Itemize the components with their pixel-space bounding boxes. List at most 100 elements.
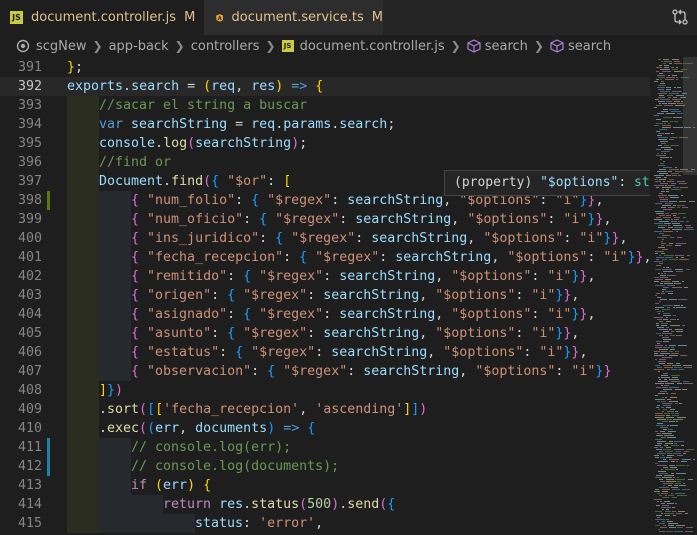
minimap-line [665,279,671,280]
minimap-line [669,345,676,346]
code-token: => [283,421,300,436]
minimap-line [654,179,658,180]
code-token: : [555,364,572,379]
minimap-line [658,371,660,372]
minimap-line [666,519,669,520]
minimap-line [685,513,688,514]
minimap-line [656,407,659,408]
compare-changes-icon[interactable] [671,8,689,26]
minimap-line [669,527,676,528]
breadcrumb-item-file[interactable]: JS document.controller.js [281,39,445,54]
minimap-line [662,187,671,188]
code-text: { "estatus": { "$regex": searchString, "… [131,343,587,362]
minimap-line [664,413,670,414]
breadcrumb-item-app-back[interactable]: app-back [109,39,169,54]
minimap-line [673,187,679,188]
code-line[interactable]: 415 status: 'error', [0,514,650,533]
gutter-change-marker[interactable] [47,191,50,210]
minimap-line [675,171,683,172]
minimap-line [675,413,679,414]
code-line[interactable]: 402 { "remitido": { "$regex": searchStrin… [0,267,650,286]
code-line[interactable]: 414 return res.status(500).send({ [0,495,650,514]
minimap-line [686,465,689,466]
minimap-line [676,331,683,332]
code-token: { [227,288,236,303]
code-line[interactable]: 403 { "origen": { "$regex": searchString,… [0,286,650,305]
indent-guide [99,476,131,495]
gutter-change-marker[interactable] [47,457,50,476]
minimap-line [667,425,669,426]
tab-label: document.controller.js [31,10,177,25]
code-line[interactable]: 393 //sacar el string a buscar [0,96,650,115]
code-line[interactable]: 395 console.log(searchString); [0,134,650,153]
minimap-line [660,159,662,160]
minimap-line [672,489,680,490]
minimap-line [667,307,670,308]
minimap-line [659,473,668,474]
code-line[interactable]: 406 { "estatus": { "$regex": searchString… [0,343,650,362]
code-token: searchString [323,288,420,303]
code-token: exec [107,421,140,436]
code-token: , [235,79,252,94]
code-line[interactable]: 410 .exec((err, documents) => { [0,419,650,438]
code-line[interactable]: 409 .sort([['fecha_recepcion', 'ascending… [0,400,650,419]
minimap-line [654,277,659,278]
breadcrumb-item-search-inner[interactable]: search [550,39,611,54]
gutter-change-marker[interactable] [47,438,50,457]
code-token: ( [187,136,196,151]
tab-document-controller[interactable]: JS document.controller.js M [0,0,203,35]
minimap-line [664,61,672,62]
code-line[interactable]: 394 var searchString = req.params.search; [0,115,650,134]
code-line[interactable]: 413 if (err) { [0,476,650,495]
minimap-line [671,369,677,370]
minimap-line [668,97,671,98]
tab-document-service[interactable]: A document.service.ts M [203,0,383,35]
code-token: "asignado" [147,307,228,322]
minimap-line [661,245,664,246]
code-line[interactable]: 401 { "fecha_recepcion": { "$regex": sear… [0,248,650,267]
code-token: : [267,174,284,189]
code-line[interactable]: 391}; [0,58,650,77]
code-token: } [603,364,612,379]
breadcrumb-item-search[interactable]: search [467,39,528,54]
minimap-line [669,299,677,300]
minimap-line [662,397,664,398]
code-line[interactable]: 412 // console.log(documents); [0,457,650,476]
minimap-line [663,209,672,210]
method-icon [550,39,564,53]
code-line[interactable]: 399 { "num_oficio": { "$regex": searchStr… [0,210,650,229]
code-token: : [531,269,548,284]
minimap-line [664,445,668,446]
code-token: req [251,117,276,132]
minimap-line [673,315,676,316]
code-line[interactable]: 407 { "observacion": { "$regex": searchSt… [0,362,650,381]
code-line[interactable]: 411 // console.log(err); [0,438,650,457]
code-token: "num_folio" [147,193,236,208]
code-line[interactable]: 404 { "asignado": { "$regex": searchStrin… [0,305,650,324]
scrollbar-thumb[interactable] [683,57,697,175]
code-line[interactable]: 392 exports.search = (req, res) => { [0,77,650,96]
minimap-line [655,511,662,512]
code-token: "$regex" [259,269,324,284]
minimap-line [665,197,668,198]
minimap-line [662,249,668,250]
indent-guide [67,191,99,210]
minimap-line [658,77,665,78]
minimap-line [674,121,678,122]
code-editor[interactable]: 391}; 392 exports.search = (req, res) => {… [0,57,650,535]
breadcrumb-item-controllers[interactable]: controllers [191,39,260,54]
minimap-line [662,491,668,492]
code-line[interactable]: 400 { "ins_juridico": { "$regex": searchS… [0,229,650,248]
code-token: , [451,212,468,227]
minimap-line [654,499,662,500]
code-text: { "fecha_recepcion": { "$regex": searchS… [131,248,650,267]
code-token: , [419,326,436,341]
minimap-line [675,411,678,412]
code-line[interactable]: 408]}) [0,381,650,400]
breadcrumb-item-scgnew[interactable]: scgNew [16,39,87,54]
chevron-right-icon: ❯ [265,39,276,53]
minimap-line [656,149,661,150]
minimap-line [662,291,664,292]
code-line[interactable]: 405 { "asunto": { "$regex": searchString,… [0,324,650,343]
minimap-line [663,483,673,484]
